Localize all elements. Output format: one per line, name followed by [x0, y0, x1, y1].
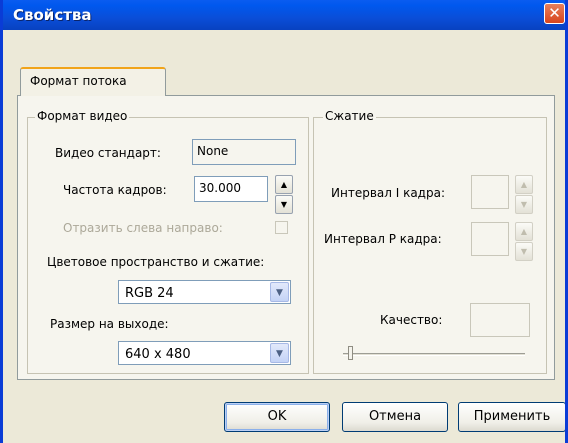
video-standard-label: Видео стандарт: [55, 146, 161, 160]
i-frame-down-button[interactable]: ▼ [515, 195, 533, 214]
arrow-down-icon: ▼ [280, 200, 288, 209]
video-format-group-title: Формат видео [35, 109, 130, 123]
colorspace-label: Цветовое пространство и сжатие: [47, 255, 265, 269]
tab-stream-format[interactable]: Формат потока [20, 67, 166, 96]
output-size-select[interactable]: 640 x 480 ▼ [118, 341, 291, 365]
frame-rate-spinner: ▲ ▼ [275, 175, 293, 215]
quality-input[interactable] [470, 303, 530, 337]
arrow-up-icon: ▲ [280, 180, 288, 189]
colorspace-select-value: RGB 24 [125, 286, 174, 301]
arrow-up-icon: ▲ [520, 227, 528, 236]
p-frame-down-button[interactable]: ▼ [515, 242, 533, 261]
arrow-down-icon: ▼ [520, 200, 528, 209]
chevron-down-icon[interactable]: ▼ [270, 343, 289, 363]
frame-rate-input[interactable]: 30.000 [194, 176, 268, 202]
quality-slider[interactable] [343, 353, 525, 356]
flip-horizontal-checkbox[interactable] [275, 221, 288, 234]
ok-button[interactable]: OK [224, 402, 330, 432]
quality-slider-thumb[interactable] [348, 346, 353, 360]
frame-rate-label: Частота кадров: [63, 183, 167, 197]
p-frame-up-button[interactable]: ▲ [515, 222, 533, 241]
arrow-up-icon: ▲ [520, 180, 528, 189]
chevron-down-icon[interactable]: ▼ [270, 282, 289, 302]
compression-group-title: Сжатие [323, 109, 376, 123]
i-frame-interval-label: Интервал I кадра: [331, 186, 445, 200]
i-frame-interval-spinner: ▲ ▼ [515, 175, 533, 215]
arrow-down-icon: ▼ [520, 247, 528, 256]
close-icon: ✕ [548, 4, 561, 22]
p-frame-interval-input[interactable] [471, 222, 509, 256]
close-button[interactable]: ✕ [544, 3, 565, 24]
p-frame-interval-label: Интервал P кадра: [324, 232, 442, 246]
tab-stream-format-label: Формат потока [30, 74, 127, 88]
i-frame-up-button[interactable]: ▲ [515, 175, 533, 194]
video-standard-field: None [192, 139, 296, 165]
flip-horizontal-label: Отразить слева направо: [63, 221, 223, 235]
title-bar[interactable]: Свойства [3, 0, 565, 30]
i-frame-interval-input[interactable] [471, 175, 509, 209]
output-size-select-value: 640 x 480 [125, 347, 191, 362]
output-size-label: Размер на выходе: [50, 317, 169, 331]
window-title: Свойства [13, 6, 92, 24]
quality-label: Качество: [380, 313, 443, 327]
frame-rate-down-button[interactable]: ▼ [275, 195, 293, 214]
properties-dialog: Свойства ✕ Формат потока Формат видео Ви… [0, 0, 568, 443]
p-frame-interval-spinner: ▲ ▼ [515, 222, 533, 262]
apply-button[interactable]: Применить [458, 402, 565, 432]
frame-rate-up-button[interactable]: ▲ [275, 175, 293, 194]
colorspace-select[interactable]: RGB 24 ▼ [118, 280, 291, 304]
cancel-button[interactable]: Отмена [342, 402, 448, 432]
